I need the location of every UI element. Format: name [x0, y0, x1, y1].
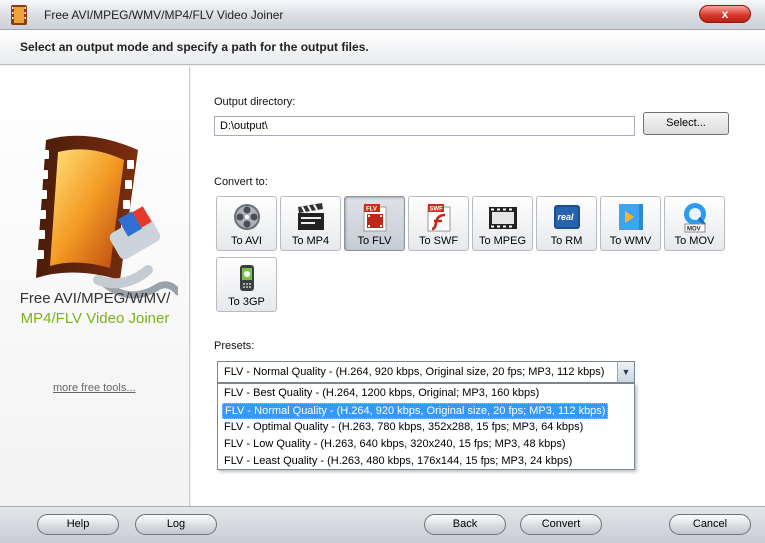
format-button-swf[interactable]: SWF To SWF: [408, 196, 469, 251]
preset-option-least[interactable]: FLV - Least Quality - (H.263, 480 kbps, …: [222, 454, 574, 470]
footer-bar: Help Log Back Convert Cancel: [0, 506, 765, 543]
preset-option-low[interactable]: FLV - Low Quality - (H.263, 640 kbps, 32…: [222, 437, 568, 453]
convert-to-label: Convert to:: [214, 176, 268, 188]
window-title: Free AVI/MPEG/WMV/MP4/FLV Video Joiner: [44, 8, 284, 22]
format-label: To MPEG: [478, 235, 527, 247]
more-free-tools-link[interactable]: more free tools...: [53, 382, 136, 394]
app-film-icon: [11, 5, 27, 25]
select-directory-button[interactable]: Select...: [643, 112, 729, 135]
convert-button[interactable]: Convert: [520, 514, 602, 535]
format-button-mov[interactable]: MOV To MOV: [664, 196, 725, 251]
real-media-icon: real: [554, 205, 580, 229]
cancel-button[interactable]: Cancel: [669, 514, 751, 535]
dropdown-arrow-icon[interactable]: ▼: [617, 362, 634, 382]
output-directory-label: Output directory:: [214, 96, 296, 108]
windows-media-icon: [619, 204, 643, 230]
film-reel-icon: [234, 204, 260, 230]
format-label: To RM: [550, 235, 583, 247]
preset-option-best[interactable]: FLV - Best Quality - (H.264, 1200 kbps, …: [222, 386, 541, 402]
format-button-3gp[interactable]: To 3GP: [216, 257, 277, 312]
format-label: To MP4: [291, 235, 330, 247]
preset-option-normal[interactable]: FLV - Normal Quality - (H.264, 920 kbps,…: [222, 403, 609, 419]
close-button[interactable]: x: [699, 5, 751, 23]
format-button-mpeg[interactable]: To MPEG: [472, 196, 533, 251]
format-label: To FLV: [357, 235, 392, 247]
quicktime-icon: MOV: [684, 203, 707, 233]
presets-dropdown-list: FLV - Best Quality - (H.264, 1200 kbps, …: [217, 383, 635, 470]
presets-label: Presets:: [214, 340, 255, 352]
svg-text:SWF: SWF: [430, 207, 444, 213]
brand-line-2: MP4/FLV Video Joiner: [20, 310, 170, 327]
instruction-header: Select an output mode and specify a path…: [0, 30, 765, 65]
format-button-mp4[interactable]: To MP4: [280, 196, 341, 251]
settings-panel: Output directory: Select... Convert to: …: [191, 66, 765, 506]
mobile-3gp-icon: [240, 265, 254, 291]
presets-combobox[interactable]: FLV - Normal Quality - (H.264, 920 kbps,…: [217, 361, 635, 383]
clapperboard-icon: [298, 203, 324, 230]
format-button-wmv[interactable]: To WMV: [600, 196, 661, 251]
back-button[interactable]: Back: [424, 514, 506, 535]
left-panel: Free AVI/MPEG/WMV/ MP4/FLV Video Joiner …: [0, 66, 190, 506]
format-label: To MOV: [674, 235, 715, 247]
format-label: To AVI: [231, 235, 262, 247]
presets-selected-value: FLV - Normal Quality - (H.264, 920 kbps,…: [224, 366, 605, 378]
preset-option-optimal[interactable]: FLV - Optimal Quality - (H.263, 780 kbps…: [222, 420, 585, 436]
format-label: To 3GP: [228, 296, 265, 308]
help-button[interactable]: Help: [37, 514, 119, 535]
svg-text:real: real: [558, 212, 575, 222]
swf-flash-icon: SWF: [427, 204, 451, 232]
format-label: To WMV: [609, 235, 652, 247]
mpeg-film-icon: [489, 207, 517, 229]
format-button-rm[interactable]: real To RM: [536, 196, 597, 251]
flv-file-icon: FLV: [363, 204, 387, 232]
svg-text:FLV: FLV: [366, 207, 377, 213]
format-button-avi[interactable]: To AVI: [216, 196, 277, 251]
format-button-flv[interactable]: FLV To FLV: [344, 196, 405, 251]
output-directory-input[interactable]: [214, 116, 635, 136]
format-label: To SWF: [418, 235, 459, 247]
log-button[interactable]: Log: [135, 514, 217, 535]
instruction-text: Select an output mode and specify a path…: [20, 40, 369, 54]
svg-text:MOV: MOV: [687, 227, 701, 233]
brand-line-1: Free AVI/MPEG/WMV/: [19, 290, 171, 307]
title-bar: Free AVI/MPEG/WMV/MP4/FLV Video Joiner x: [0, 0, 765, 30]
